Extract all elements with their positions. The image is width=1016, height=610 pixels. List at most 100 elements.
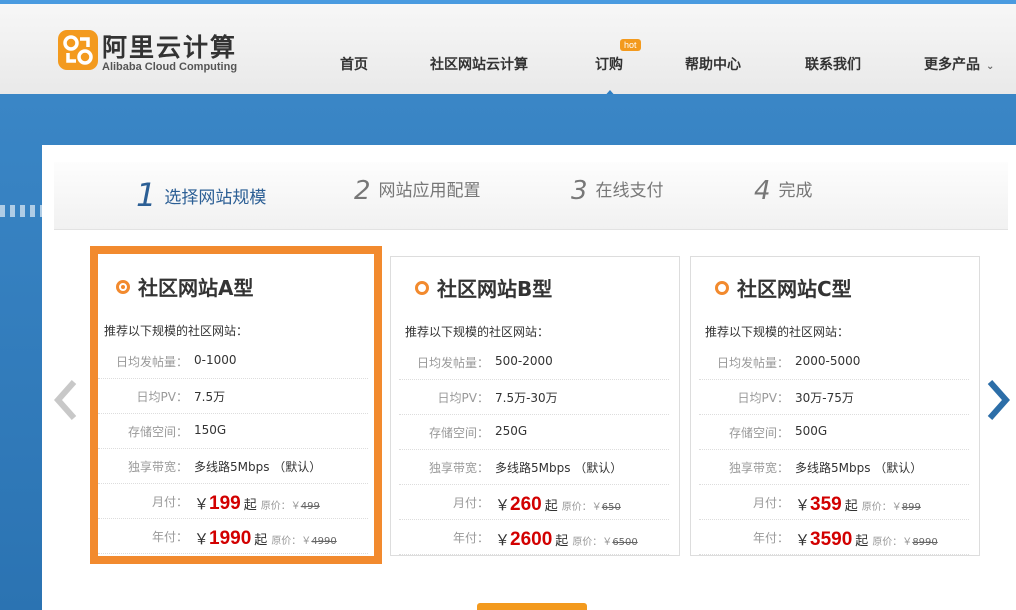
- spec-value: 2000-5000: [795, 354, 861, 368]
- step-4: 4 完成: [754, 176, 813, 206]
- spec-key: 年付：: [752, 531, 789, 545]
- nav-contact-us[interactable]: 联系我们: [805, 54, 861, 74]
- spec-row: 日均PV： 7.5万-30万: [399, 380, 669, 415]
- original-price-label: 原价：￥: [872, 537, 913, 548]
- yen-symbol: ￥: [194, 530, 210, 548]
- nav-order[interactable]: 订购: [595, 54, 623, 74]
- recommend-text: 推荐以下规模的社区网站：: [705, 325, 850, 339]
- from-suffix: 起: [555, 534, 569, 549]
- zigzag-decoration: [0, 205, 42, 217]
- yen-symbol: ￥: [194, 495, 210, 513]
- spec-key: 日均PV：: [136, 390, 188, 404]
- step-number: 2: [354, 176, 371, 206]
- original-price: 499: [300, 501, 320, 512]
- nav-more-products-label: 更多产品: [924, 57, 980, 73]
- spec-value: 250G: [495, 424, 528, 438]
- spec-value: 30万-75万: [795, 391, 854, 405]
- spec-row: 日均发帖量： 2000-5000: [699, 345, 969, 380]
- nav-more-products[interactable]: 更多产品 ⌄: [924, 54, 994, 74]
- plan-card-a[interactable]: 社区网站A型 推荐以下规模的社区网站： 日均发帖量： 0-1000 日均PV： 7.…: [90, 246, 382, 564]
- spec-row: 日均发帖量： 500-2000: [399, 345, 669, 380]
- spec-value: 0-1000: [194, 353, 237, 367]
- spec-value: 多线路5Mbps （默认）: [194, 460, 322, 474]
- next-arrow-icon[interactable]: [986, 380, 1011, 420]
- from-suffix: 起: [844, 499, 858, 514]
- nav-community-cloud[interactable]: 社区网站云计算: [430, 54, 528, 74]
- monthly-price: 260: [510, 494, 542, 515]
- spec-key: 月付：: [752, 496, 789, 510]
- price-row-monthly: 月付： ￥260 起原价：￥650: [399, 485, 669, 520]
- radio-unselected-icon[interactable]: [715, 281, 729, 295]
- step-label: 在线支付: [595, 181, 664, 201]
- spec-key: 独享带宽：: [127, 460, 188, 474]
- price-row-monthly: 月付： ￥359 起原价：￥899: [699, 485, 969, 520]
- spec-key: 日均发帖量：: [716, 356, 789, 370]
- price-row-yearly: 年付： ￥2600 起原价：￥6500: [399, 520, 669, 555]
- step-indicator: 1 选择网站规模 2 网站应用配置 3 在线支付 4 完成: [54, 162, 1008, 230]
- plan-specs: 日均发帖量： 2000-5000 日均PV： 30万-75万 存储空间： 500G 独…: [699, 345, 969, 555]
- step-number: 4: [754, 176, 771, 206]
- step-number: 3: [571, 176, 588, 206]
- plan-card-c[interactable]: 社区网站C型 推荐以下规模的社区网站： 日均发帖量： 2000-5000 日均PV…: [690, 256, 980, 556]
- spec-key: 月付：: [452, 496, 489, 510]
- plan-title: 社区网站B型: [415, 273, 552, 302]
- original-price-label: 原价：￥: [260, 501, 301, 512]
- spec-key: 年付：: [151, 530, 188, 544]
- recommend-text: 推荐以下规模的社区网站：: [405, 325, 550, 339]
- price-row-yearly: 年付： ￥1990 起原价：￥4990: [98, 519, 368, 554]
- radio-selected-icon[interactable]: [116, 280, 130, 294]
- radio-unselected-icon[interactable]: [415, 281, 429, 295]
- original-price-label: 原价：￥: [271, 536, 312, 547]
- plan-specs: 日均发帖量： 0-1000 日均PV： 7.5万 存储空间： 150G 独享带宽： 多线…: [98, 344, 368, 554]
- plan-name: 社区网站B型: [437, 277, 553, 301]
- yen-symbol: ￥: [795, 531, 811, 549]
- monthly-price: 199: [209, 493, 241, 514]
- spec-row: 独享带宽： 多线路5Mbps （默认）: [98, 449, 368, 484]
- main-nav: 首页 社区网站云计算 订购 帮助中心 联系我们 更多产品 ⌄: [0, 54, 1016, 74]
- yen-symbol: ￥: [795, 496, 811, 514]
- yearly-price: 1990: [209, 528, 252, 549]
- plan-specs: 日均发帖量： 500-2000 日均PV： 7.5万-30万 存储空间： 250G 独…: [399, 345, 669, 555]
- spec-value: 500-2000: [495, 354, 553, 368]
- spec-key: 月付：: [151, 495, 188, 509]
- nav-help-center[interactable]: 帮助中心: [685, 54, 741, 74]
- spec-key: 日均发帖量：: [416, 356, 489, 370]
- original-price-label: 原价：￥: [572, 537, 613, 548]
- original-price: 4990: [311, 536, 337, 547]
- spec-value: 500G: [795, 424, 828, 438]
- prev-arrow-icon[interactable]: [53, 380, 78, 420]
- plan-title: 社区网站C型: [715, 273, 852, 302]
- next-step-button[interactable]: [477, 603, 587, 610]
- recommend-text: 推荐以下规模的社区网站：: [104, 324, 249, 338]
- spec-value: 7.5万-30万: [495, 391, 558, 405]
- plan-name: 社区网站A型: [138, 276, 254, 300]
- nav-home[interactable]: 首页: [340, 54, 368, 74]
- monthly-price: 359: [810, 494, 842, 515]
- spec-key: 存储空间：: [428, 426, 489, 440]
- spec-key: 日均PV：: [737, 391, 789, 405]
- spec-key: 存储空间：: [728, 426, 789, 440]
- spec-key: 日均发帖量：: [115, 355, 188, 369]
- step-3: 3 在线支付: [571, 176, 664, 206]
- plan-card-b[interactable]: 社区网站B型 推荐以下规模的社区网站： 日均发帖量： 500-2000 日均PV：…: [390, 256, 680, 556]
- spec-row: 存储空间： 150G: [98, 414, 368, 449]
- hot-badge: hot: [620, 39, 641, 51]
- original-price-label: 原价：￥: [561, 502, 602, 513]
- spec-row: 日均PV： 7.5万: [98, 379, 368, 414]
- step-1: 1 选择网站规模: [136, 176, 266, 214]
- original-price: 6500: [612, 537, 638, 548]
- site-header: 阿里云计算 Alibaba Cloud Computing 首页 社区网站云计算…: [0, 0, 1016, 98]
- spec-value: 150G: [194, 423, 227, 437]
- original-price: 899: [901, 502, 921, 513]
- yearly-price: 2600: [510, 529, 553, 550]
- spec-key: 独享带宽：: [728, 461, 789, 475]
- spec-row: 存储空间： 250G: [399, 415, 669, 450]
- step-label: 选择网站规模: [164, 188, 267, 208]
- from-suffix: 起: [243, 498, 257, 513]
- price-row-monthly: 月付： ￥199 起原价：￥499: [98, 484, 368, 519]
- from-suffix: 起: [855, 534, 869, 549]
- price-row-yearly: 年付： ￥3590 起原价：￥8990: [699, 520, 969, 555]
- yen-symbol: ￥: [495, 531, 511, 549]
- spec-key: 存储空间：: [127, 425, 188, 439]
- spec-key: 日均PV：: [437, 391, 489, 405]
